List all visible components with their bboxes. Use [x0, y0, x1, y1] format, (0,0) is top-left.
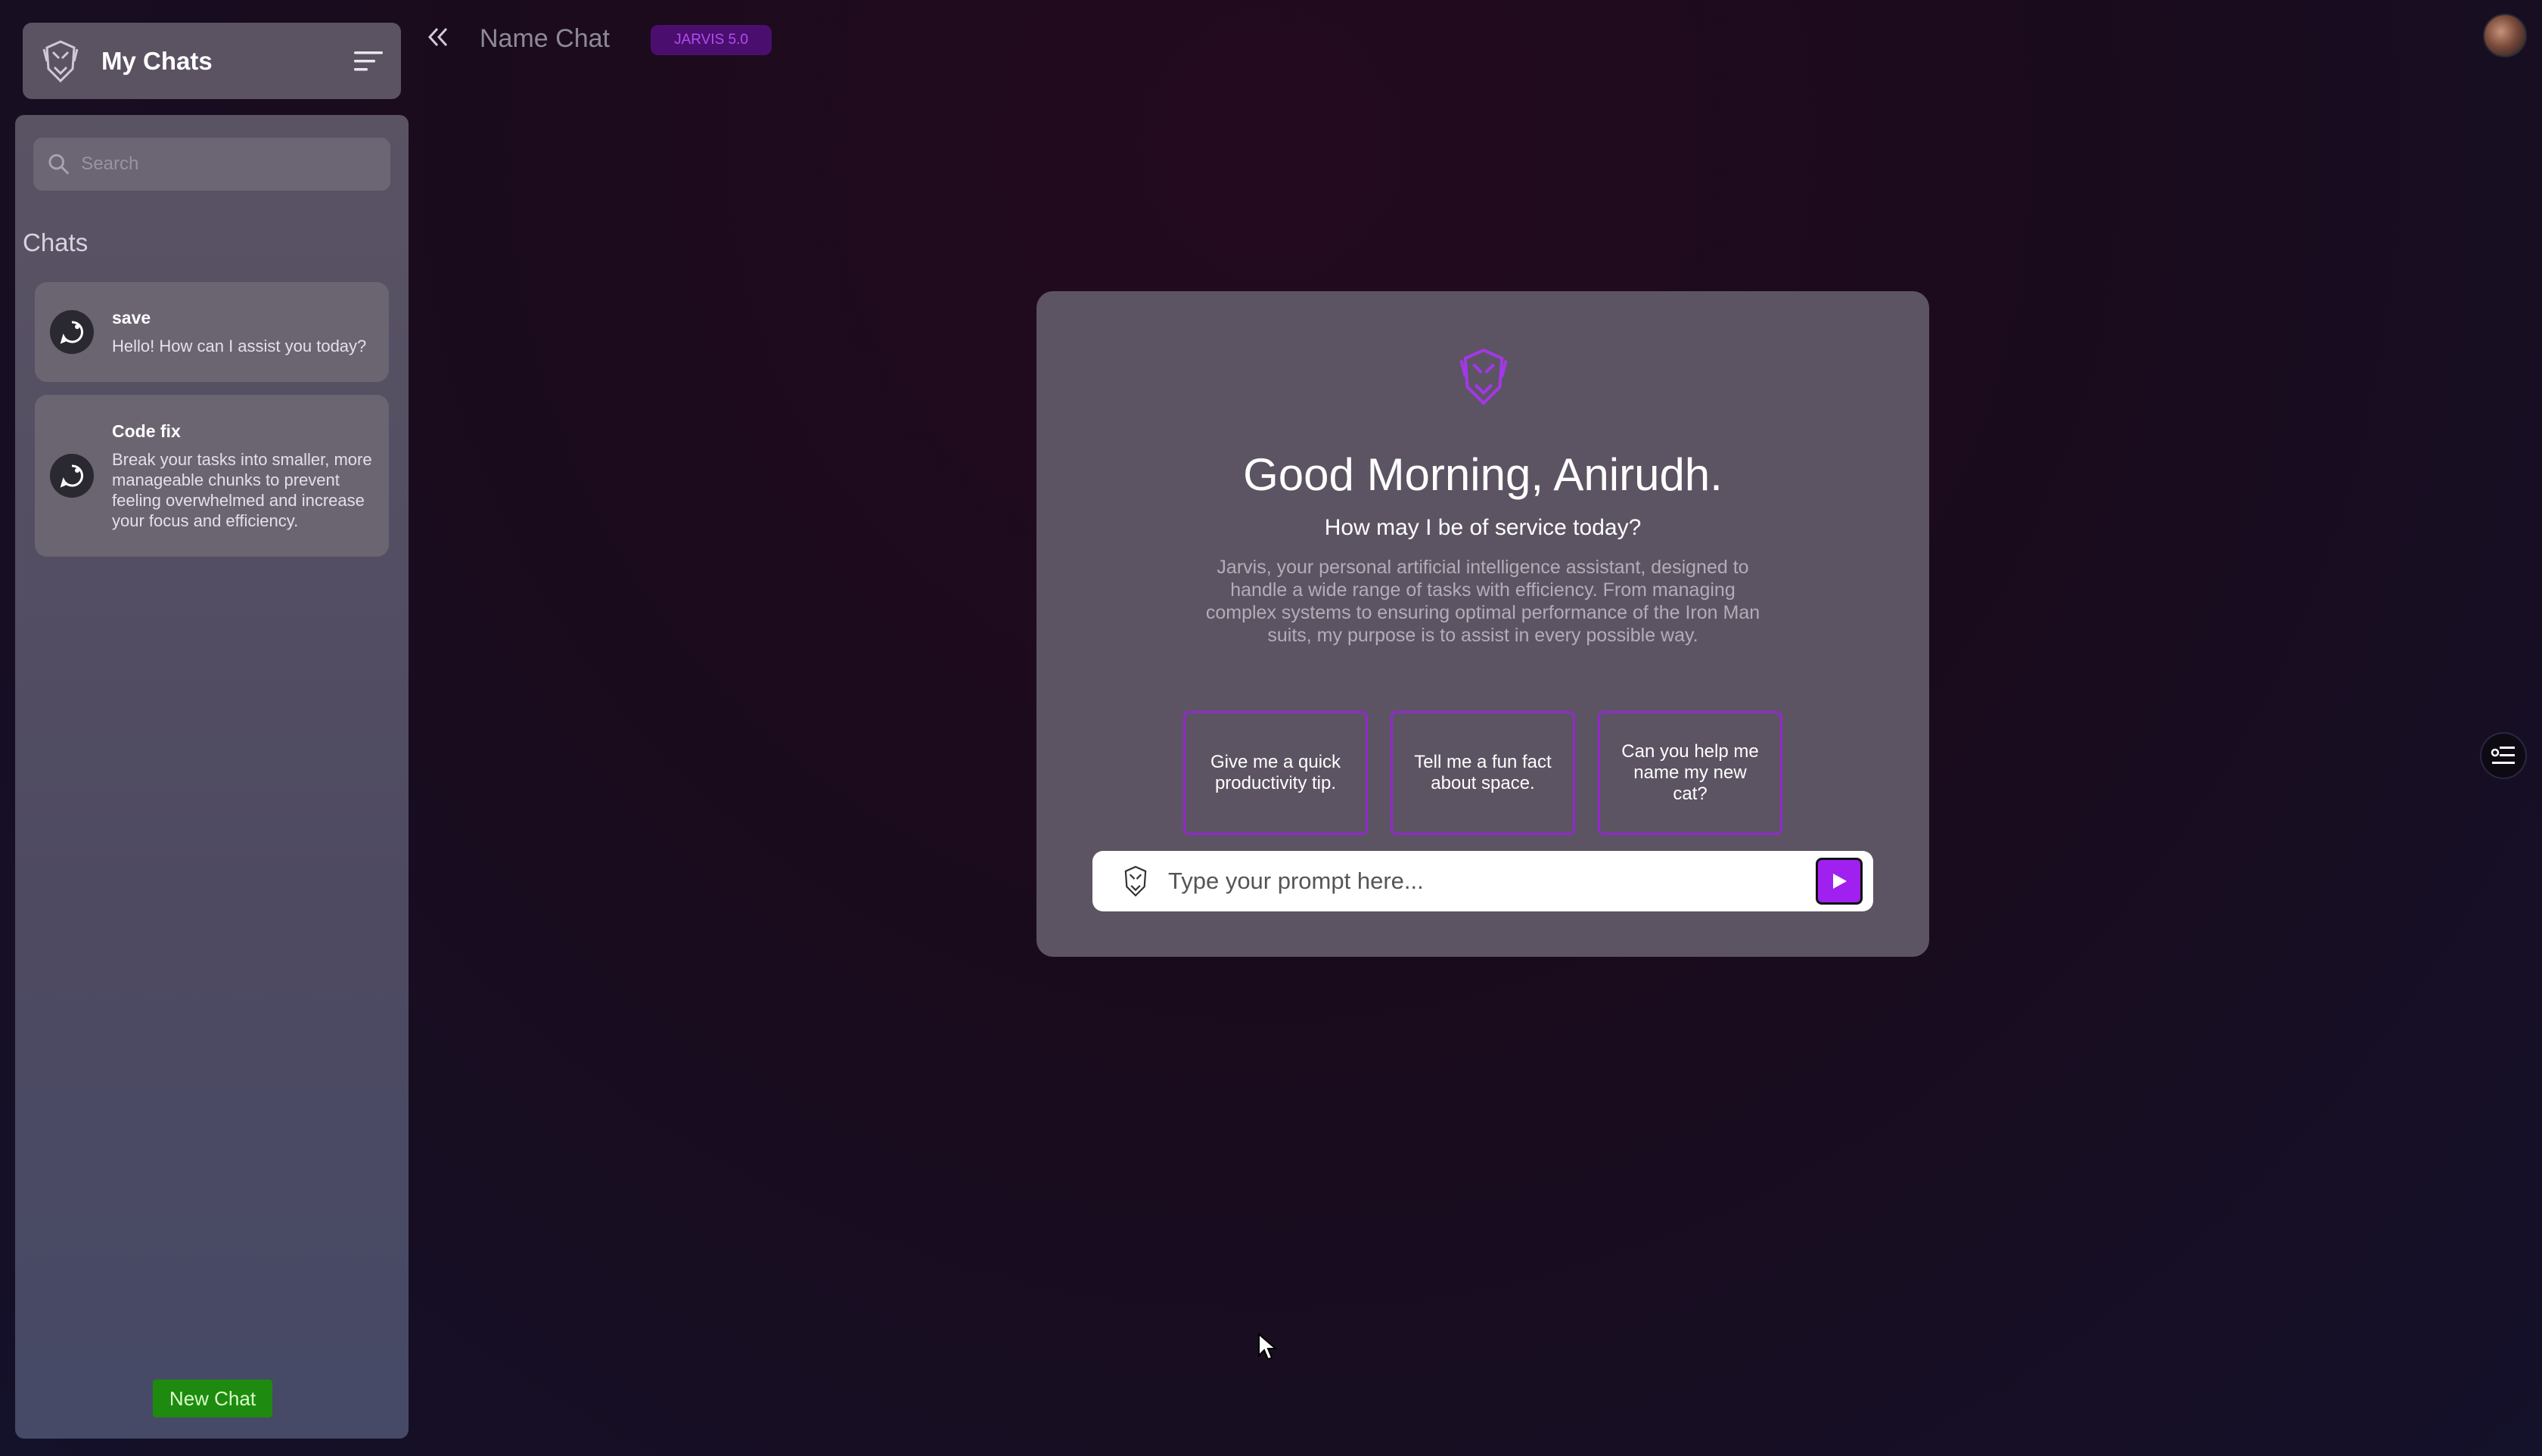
mouse-cursor-icon: [1258, 1333, 1278, 1361]
chat-name-title[interactable]: Name Chat: [480, 24, 610, 54]
search-input[interactable]: [81, 154, 377, 175]
prompt-input[interactable]: [1168, 868, 1816, 895]
chat-item-code-fix[interactable]: Code fix Break your tasks into smaller, …: [35, 395, 389, 557]
double-chevron-left-icon[interactable]: [425, 24, 451, 50]
search-box[interactable]: [33, 138, 390, 191]
greeting-heading: Good Morning, Anirudh.: [1243, 449, 1723, 500]
chat-item-title: Code fix: [112, 421, 181, 441]
settings-list-toggle-button[interactable]: [2480, 732, 2527, 779]
welcome-card: Good Morning, Anirudh. How may I be of s…: [1036, 291, 1929, 957]
jarvis-logo-icon: [1124, 865, 1147, 897]
chat-bubble-icon: [50, 454, 94, 498]
jarvis-logo-icon: [42, 39, 79, 82]
prompt-bar: [1092, 851, 1873, 911]
new-chat-button[interactable]: New Chat: [153, 1380, 272, 1417]
sidebar-title: My Chats: [101, 46, 213, 75]
greeting-subtitle: How may I be of service today?: [1324, 515, 1642, 540]
chat-item-title: save: [112, 308, 151, 328]
user-avatar[interactable]: [2483, 14, 2527, 57]
send-arrow-icon: [1833, 874, 1847, 889]
sort-menu-icon[interactable]: [354, 50, 383, 73]
sidebar-panel: Chats save Hello! How can I assist you t…: [15, 115, 409, 1439]
send-button[interactable]: [1816, 858, 1863, 905]
chat-item-save[interactable]: save Hello! How can I assist you today?: [35, 282, 389, 382]
chat-item-preview: Hello! How can I assist you today?: [112, 337, 367, 355]
sidebar-header: My Chats: [23, 23, 401, 99]
chat-bubble-icon: [50, 310, 94, 354]
assistant-description: Jarvis, your personal artificial intelli…: [1205, 557, 1760, 646]
settings-list-icon: [2491, 747, 2515, 764]
suggestion-button-productivity[interactable]: Give me a quick productivity tip.: [1183, 711, 1368, 835]
search-icon: [48, 154, 70, 175]
suggestion-button-cat-name[interactable]: Can you help me name my new cat?: [1598, 711, 1782, 835]
suggestion-button-space-fact[interactable]: Tell me a fun fact about space.: [1391, 711, 1575, 835]
chat-item-preview: Break your tasks into smaller, more mana…: [112, 449, 372, 530]
jarvis-logo-icon: [1459, 348, 1508, 405]
model-badge: JARVIS 5.0: [651, 25, 772, 55]
chats-heading: Chats: [23, 228, 89, 256]
